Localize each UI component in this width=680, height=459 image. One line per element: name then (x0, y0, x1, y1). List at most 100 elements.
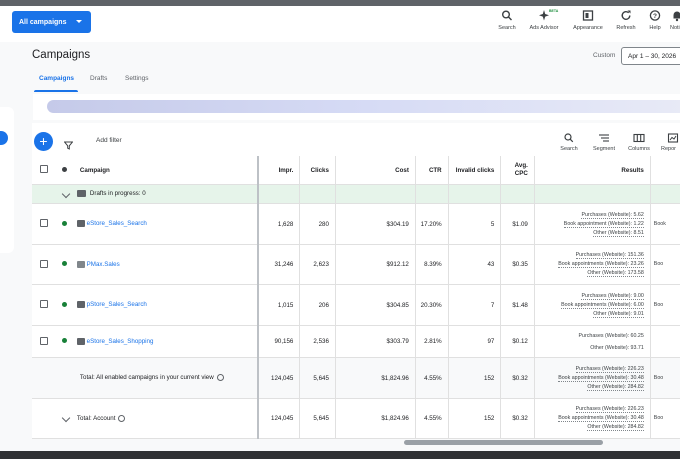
appearance-button[interactable]: Appearance (570, 9, 606, 31)
impr-cell: 1,015 (257, 284, 300, 326)
invalid-clicks-cell: 152 (447, 357, 501, 399)
result-line[interactable]: Other (Website): 284.82 (587, 383, 644, 391)
row-checkbox[interactable] (39, 300, 48, 308)
select-all-checkbox[interactable] (39, 165, 48, 173)
result-line[interactable]: Other (Website): 173.58 (587, 270, 644, 277)
table-row[interactable]: PMax.Sales 31,246 2,623 $912.12 8.39% 43… (32, 244, 680, 285)
clicks-cell: 5,645 (299, 398, 336, 439)
active-tab-indicator (34, 90, 78, 92)
results-cell: Purchases (Website): 9.00 Book appointmen… (533, 284, 651, 326)
col-avg-cpc[interactable]: Avg. CPC (500, 156, 535, 185)
row-checkbox[interactable] (39, 259, 48, 268)
avg-cpc-cell: $1.09 (500, 203, 535, 245)
next-col-cell (649, 325, 680, 358)
ads-advisor-button[interactable]: BETA Ads Advisor (526, 9, 562, 31)
result-line[interactable]: Other (Website): 284.82 (587, 424, 644, 431)
enabled-status-icon (61, 301, 67, 307)
total-label: Total: All enabled campaigns in your cur… (79, 374, 214, 382)
expand-chevron-icon[interactable] (61, 189, 70, 199)
impr-cell: 1,628 (257, 203, 300, 245)
col-impr[interactable]: Impr. (257, 156, 300, 185)
col-ctr[interactable]: CTR (414, 156, 449, 185)
ctr-cell: 8.39% (414, 244, 449, 285)
result-line[interactable]: Purchases (Website): 5.62 (581, 211, 644, 219)
clicks-cell: 2,536 (299, 325, 336, 358)
window-bottom-bar (0, 451, 680, 459)
results-cell: Purchases (Website): 5.62 Book appointmen… (533, 203, 651, 245)
segment-button[interactable]: Segment (590, 133, 618, 152)
results-cell: Purchases (Website): 226.23 Book appointm… (533, 398, 651, 439)
cost-cell: $303.79 (334, 325, 416, 358)
result-line[interactable]: Book appointments (Website): 30.48 (558, 415, 644, 422)
tab-campaigns[interactable]: Campaigns (39, 75, 74, 82)
next-col-cell: Boo (649, 398, 680, 439)
campaign-name-link[interactable]: eStore_Sales_Search (87, 221, 147, 228)
total-row: Total: All enabled campaigns in your cur… (32, 357, 680, 399)
help-hint-icon[interactable] (118, 414, 126, 422)
cost-cell: $1,824.96 (334, 357, 416, 399)
row-checkbox[interactable] (39, 336, 48, 345)
notifications-button[interactable]: Noti (670, 9, 680, 31)
refresh-button[interactable]: Refresh (613, 9, 639, 31)
filter-icon[interactable] (63, 137, 74, 155)
horizontal-scrollbar[interactable] (404, 440, 603, 445)
table-row[interactable]: eStore_Sales_Shopping 90,156 2,536 $303.… (32, 325, 680, 358)
refresh-icon (619, 9, 633, 22)
result-line[interactable]: Purchases (Website): 226.23 (575, 406, 644, 413)
table-search-button[interactable]: Search (558, 133, 580, 152)
expand-chevron-icon[interactable] (61, 414, 70, 423)
results-cell: Purchases (Website): 226.23 Book appointm… (533, 357, 651, 399)
cost-cell: $1,824.96 (334, 398, 416, 439)
invalid-clicks-cell: 152 (447, 398, 501, 439)
cost-cell: $912.12 (334, 244, 416, 285)
tab-drafts[interactable]: Drafts (90, 75, 107, 82)
columns-icon (633, 133, 645, 143)
avg-cpc-cell: $0.12 (500, 325, 535, 358)
reports-button[interactable]: Repor (661, 133, 680, 152)
result-line[interactable]: Book appointments (Website): 23.26 (558, 261, 644, 268)
row-checkbox[interactable] (39, 219, 48, 227)
appearance-icon (581, 9, 595, 22)
caret-down-icon (76, 20, 82, 23)
segment-icon (598, 133, 610, 143)
help-hint-icon[interactable] (216, 374, 224, 382)
next-col-cell: Book (649, 203, 680, 245)
col-next (649, 156, 680, 185)
all-campaigns-button[interactable]: All campaigns (12, 11, 91, 33)
col-results[interactable]: Results (533, 156, 651, 185)
columns-button[interactable]: Columns (625, 133, 653, 152)
clicks-cell: 280 (299, 203, 336, 245)
result-line[interactable]: Book appointments (Website): 30.48 (558, 374, 644, 382)
campaign-name-link[interactable]: pStore_Sales_Search (87, 302, 147, 309)
add-campaign-button[interactable]: + (34, 132, 53, 151)
table-row[interactable]: eStore_Sales_Search 1,628 280 $304.19 17… (32, 203, 680, 245)
table-header-row: Campaign Impr. Clicks Cost CTR Invalid c… (32, 156, 680, 185)
campaign-name-link[interactable]: PMax.Sales (87, 261, 120, 268)
result-line[interactable]: Purchases (Website): 226.23 (575, 365, 644, 373)
result-line[interactable]: Other (Website): 8.51 (593, 229, 644, 237)
left-side-panel (0, 107, 14, 253)
tab-settings[interactable]: Settings (125, 75, 149, 82)
add-filter-button[interactable]: Add filter (96, 137, 122, 144)
beta-badge: BETA (549, 9, 559, 13)
result-line[interactable]: Purchases (Website): 151.36 (575, 252, 644, 259)
loading-placeholder (33, 94, 680, 120)
col-campaign[interactable]: Campaign (72, 156, 259, 185)
header-search-button[interactable]: Search (496, 9, 518, 31)
result-line[interactable]: Book appointments (Website): 6.00 (561, 301, 644, 309)
help-button[interactable]: ? Help (646, 9, 664, 31)
loading-bar (47, 100, 680, 113)
campaign-name-link[interactable]: eStore_Sales_Shopping (87, 338, 154, 345)
drafts-row[interactable]: Drafts in progress: 0 (32, 184, 680, 204)
impr-cell: 90,156 (257, 325, 300, 358)
result-line[interactable]: Book appointment (Website): 1.22 (563, 220, 644, 228)
table-row[interactable]: pStore_Sales_Search 1,015 206 $304.85 20… (32, 284, 680, 326)
col-invalid-clicks[interactable]: Invalid clicks (447, 156, 501, 185)
result-line[interactable]: Purchases (Website): 9.00 (581, 292, 644, 300)
result-line[interactable]: Other (Website): 9.01 (593, 310, 644, 318)
header-bar: All campaigns Search BETA Ads Advisor Ap… (0, 6, 680, 42)
col-cost[interactable]: Cost (334, 156, 416, 185)
next-col-cell: Boo (649, 284, 680, 326)
date-range-picker[interactable]: Apr 1 – 30, 2026 (621, 47, 680, 65)
col-clicks[interactable]: Clicks (299, 156, 336, 185)
